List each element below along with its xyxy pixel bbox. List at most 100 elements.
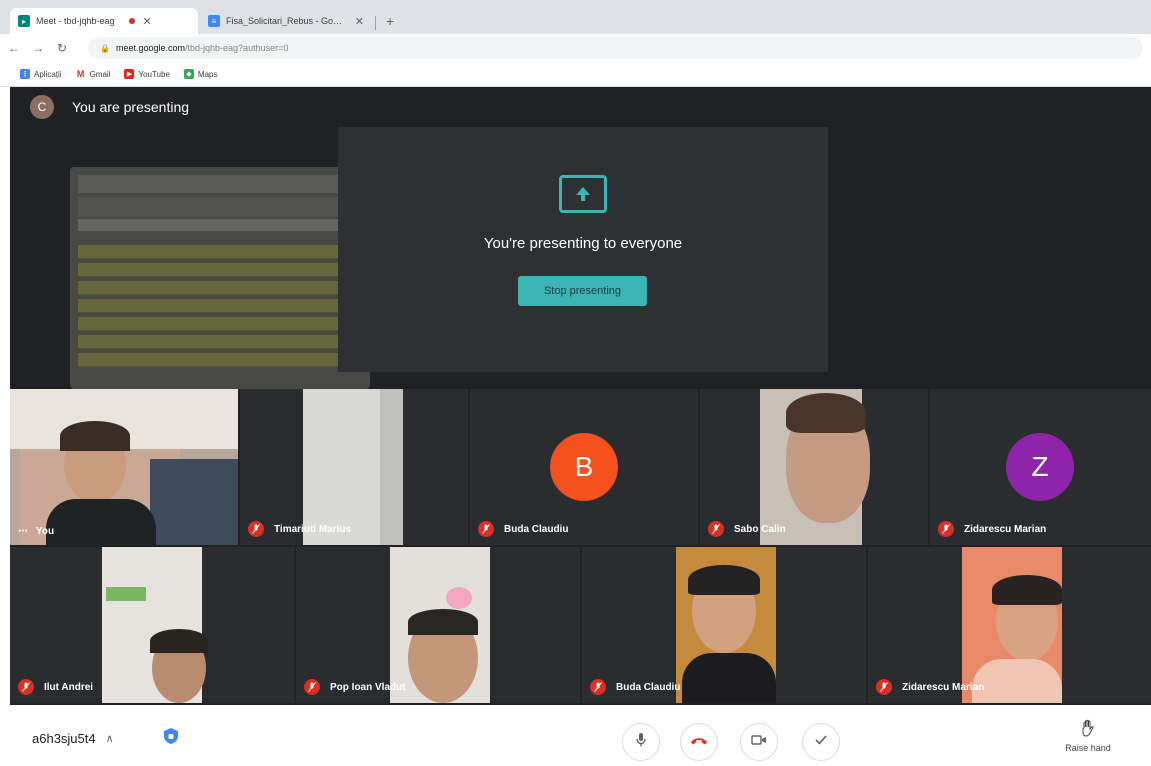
checkmark-icon	[814, 733, 828, 751]
tab-separator	[375, 16, 376, 30]
participant-name-label: Zidarescu Marian	[902, 681, 985, 693]
forward-icon[interactable]: →	[28, 41, 48, 55]
close-tab-icon[interactable]: ✕	[143, 15, 152, 28]
bookmark-label: Gmail	[89, 69, 111, 79]
avatar: B	[550, 433, 618, 501]
tab-title: Meet - tbd-jqhb-eag	[36, 16, 115, 26]
person-headphones	[992, 575, 1062, 605]
stop-presenting-button[interactable]: Stop presenting	[518, 276, 647, 306]
video-background	[106, 587, 146, 601]
participant-name-label: Buda Claudiu	[616, 681, 681, 693]
participant-name: Sabo Calin	[708, 521, 786, 537]
mic-off-icon	[938, 521, 954, 537]
docs-favicon-icon: ≡	[208, 15, 220, 27]
reload-icon[interactable]: ↻	[52, 41, 72, 55]
participant-tile-you[interactable]: ⋯ You	[10, 389, 238, 545]
participant-name-label: Pop Ioan Vladut	[330, 681, 406, 693]
bookmark-label: YouTube	[138, 69, 170, 79]
recording-indicator-icon	[128, 18, 135, 24]
participant-name-label: Buda Claudiu	[504, 523, 569, 535]
mic-off-icon	[590, 679, 606, 695]
avatar: C	[30, 95, 54, 119]
bookmark-apps[interactable]: ⋮ Aplicații	[20, 69, 62, 79]
presenting-header-text: You are presenting	[72, 99, 190, 115]
balloon	[446, 587, 472, 609]
microphone-icon	[635, 732, 647, 753]
presenting-header: C You are presenting	[30, 95, 189, 119]
preview-row	[78, 281, 348, 295]
mic-off-icon	[708, 521, 724, 537]
captions-button[interactable]	[802, 723, 840, 761]
back-icon[interactable]: ←	[4, 41, 24, 55]
mic-off-icon	[478, 521, 494, 537]
participant-tile[interactable]: Sabo Calin	[700, 389, 928, 545]
chevron-up-icon: ∧	[105, 733, 114, 745]
bookmarks-bar: ⋮ Aplicații M Gmail ▶ YouTube ◆ Maps	[0, 62, 1151, 87]
preview-row	[78, 245, 348, 259]
participant-tile[interactable]: Zidarescu Marian	[868, 547, 1151, 703]
shared-screen-preview	[70, 167, 370, 389]
participant-name-label: Zidarescu Marian	[964, 523, 1047, 535]
url-path: /tbd-jqhb-eag?authuser=0	[185, 43, 289, 53]
camera-button[interactable]	[740, 723, 778, 761]
mic-off-icon	[18, 679, 34, 695]
preview-input	[78, 219, 348, 231]
bookmark-gmail[interactable]: M Gmail	[75, 69, 111, 79]
preview-row	[78, 317, 348, 331]
apps-grid-icon: ⋮	[20, 69, 30, 79]
bookmark-label: Aplicații	[34, 69, 62, 79]
address-bar[interactable]: 🔒 meet.google.com /tbd-jqhb-eag?authuser…	[88, 37, 1143, 59]
participant-name: Timariuti Marius	[248, 521, 351, 537]
new-tab-button[interactable]: +	[386, 13, 394, 29]
participant-tile[interactable]: Timariuti Marius	[240, 389, 468, 545]
video-chair	[150, 459, 238, 545]
person-hair	[150, 629, 208, 653]
hang-up-icon	[690, 733, 708, 751]
raise-hand-button[interactable]: Raise hand	[1056, 719, 1120, 753]
participant-tile[interactable]: Buda Claudiu	[582, 547, 866, 703]
person-shirt	[46, 499, 156, 545]
lock-icon: 🔒	[100, 43, 110, 53]
tab-title: Fisa_Solicitari_Rebus - Google Cl	[226, 16, 347, 26]
preview-row	[78, 299, 348, 313]
participant-name-label: Timariuti Marius	[274, 523, 352, 535]
meet-stage: C You are presenting You're presenting t…	[10, 87, 1151, 705]
shield-icon[interactable]	[163, 727, 179, 750]
tab-meet[interactable]: ▸ Meet - tbd-jqhb-eag ✕	[10, 8, 198, 34]
participant-tile[interactable]: B Buda Claudiu	[470, 389, 698, 545]
participant-name: ⋯ You	[18, 526, 54, 537]
participant-name-label: Ilut Andrei	[44, 681, 94, 693]
participant-video	[380, 389, 403, 545]
person-hair	[408, 609, 478, 635]
person-hair	[786, 393, 866, 433]
microphone-button[interactable]	[622, 723, 660, 761]
bookmark-maps[interactable]: ◆ Maps	[183, 69, 218, 79]
close-tab-icon[interactable]: ✕	[355, 15, 364, 28]
left-edge	[0, 87, 10, 705]
maps-icon: ◆	[183, 69, 194, 79]
bookmark-youtube[interactable]: ▶ YouTube	[124, 69, 170, 79]
leave-call-button[interactable]	[680, 723, 718, 761]
person-shirt	[972, 659, 1062, 703]
gmail-icon: M	[75, 69, 86, 79]
browser-chrome: ▸ Meet - tbd-jqhb-eag ✕ ≡ Fisa_Solicitar…	[0, 0, 1151, 87]
bookmark-label: Maps	[197, 69, 218, 79]
meet-bottom-bar: a6h3sju5t4 ∧ Raise hand	[0, 705, 1151, 766]
meet-favicon-icon: ▸	[18, 15, 30, 27]
preview-row	[78, 353, 348, 367]
meeting-details-button[interactable]: a6h3sju5t4 ∧	[32, 731, 114, 746]
preview-toolbar	[78, 197, 348, 217]
participant-name: Zidarescu Marian	[938, 521, 1046, 537]
participant-tile[interactable]: Ilut Andrei	[10, 547, 294, 703]
more-options-icon[interactable]: ⋯	[18, 526, 28, 537]
participant-tile[interactable]: Pop Ioan Vladut	[296, 547, 580, 703]
present-screen-icon	[559, 175, 607, 213]
participant-name: Buda Claudiu	[590, 679, 680, 695]
mic-off-icon	[876, 679, 892, 695]
participant-tile[interactable]: Z Zidarescu Marian	[930, 389, 1151, 545]
tab-docs[interactable]: ≡ Fisa_Solicitari_Rebus - Google Cl ✕	[200, 8, 372, 34]
browser-toolbar: ← → ↻ 🔒 meet.google.com /tbd-jqhb-eag?au…	[0, 34, 1151, 62]
preview-toolbar	[78, 175, 348, 193]
youtube-icon: ▶	[124, 69, 135, 79]
preview-row	[78, 263, 348, 277]
